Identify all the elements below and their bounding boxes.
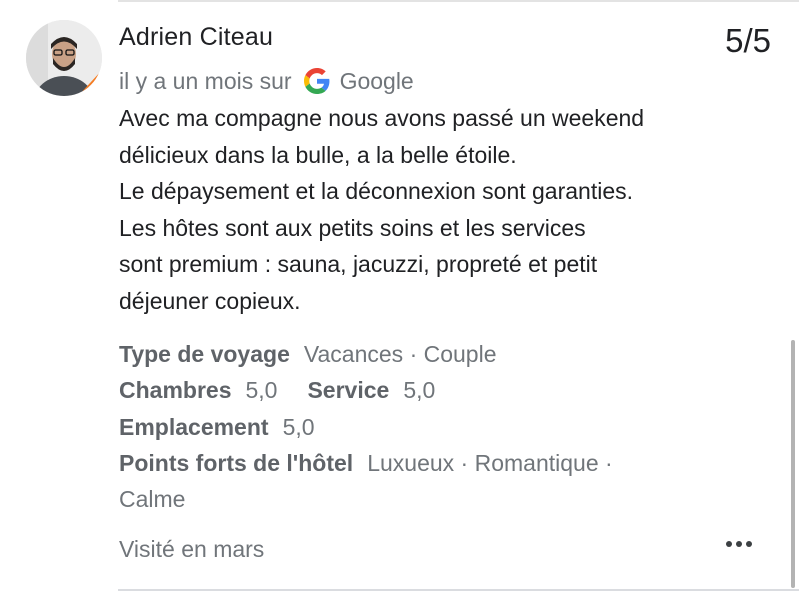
highlights-row: Points forts de l'hôtel Luxueux · Romanti… (119, 445, 613, 481)
review-text-line: Les hôtes sont aux petits soins et les s… (119, 214, 586, 241)
highlights-row-continued: Calme (119, 481, 613, 517)
review-source: Google (339, 67, 414, 94)
trip-type-row: Type de voyage Vacances · Couple (119, 336, 613, 372)
review-rating: 5/5 (725, 22, 771, 59)
location-row: Emplacement 5,0 (119, 409, 613, 445)
avatar[interactable] (26, 20, 102, 96)
highlights-value: Luxueux · Romantique · (367, 449, 613, 476)
location-value: 5,0 (282, 413, 315, 440)
dot (746, 541, 752, 547)
bottom-divider (118, 589, 799, 591)
highlights-label: Points forts de l'hôtel (119, 449, 354, 476)
review-details: Type de voyage Vacances · Couple Chambres… (119, 336, 613, 517)
avatar-image (26, 20, 102, 96)
rooms-value: 5,0 (245, 377, 278, 404)
review-text-line: Avec ma compagne nous avons passé un wee… (119, 105, 645, 131)
posted-time: il y a un mois sur (119, 67, 292, 94)
more-options-icon[interactable] (726, 532, 752, 556)
service-label: Service (307, 377, 390, 404)
trip-type-value: Vacances · Couple (303, 341, 497, 367)
dot (726, 541, 732, 547)
service-value: 5,0 (403, 377, 436, 404)
review-text-line: sont premium : sauna, jacuzzi, propreté … (119, 251, 598, 278)
visited-date: Visité en mars (119, 536, 265, 562)
review-text: Avec ma compagne nous avons passé un wee… (119, 100, 759, 320)
google-g-icon (303, 68, 330, 94)
scrollbar[interactable] (791, 340, 795, 588)
trip-type-label: Type de voyage (119, 341, 290, 367)
ratings-row: Chambres 5,0 Service 5,0 (119, 372, 613, 408)
dot (736, 541, 742, 547)
top-divider (118, 0, 799, 2)
highlights-value-continued: Calme (119, 486, 186, 513)
review-meta: il y a un mois sur Google (119, 64, 414, 98)
review-text-line: déjeuner copieux. (119, 287, 301, 314)
location-label: Emplacement (119, 413, 269, 440)
review-text-line: délicieux dans la bulle, a la belle étoi… (119, 141, 517, 168)
reviewer-name[interactable]: Adrien Citeau (119, 23, 273, 52)
rooms-label: Chambres (119, 377, 232, 404)
review-text-line: Le dépaysement et la déconnexion sont ga… (119, 178, 634, 205)
